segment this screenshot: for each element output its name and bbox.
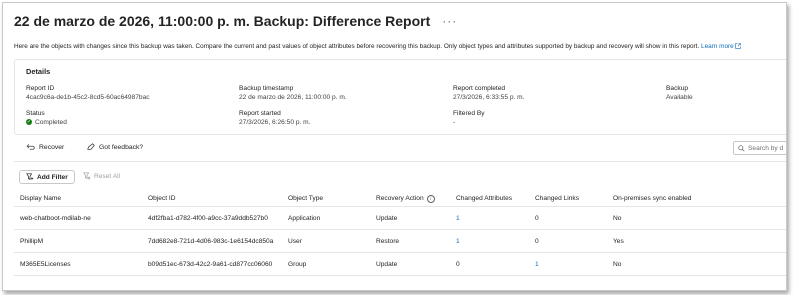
feedback-label: Got feedback? [99,143,144,151]
report-completed-label: Report completed [453,85,506,92]
display-name-cell: web-chatboot-mdilab-ne [20,214,91,222]
filter-reset-icon [83,172,91,180]
table-row[interactable]: PhillipM 7dd682e8-721d-4d06-983c-1e6154d… [14,230,786,253]
object-type-cell: User [288,237,302,245]
recovery-action-cell: Update [376,214,398,222]
object-id-cell: b09d51ec-673d-42c2-9a61-cd877cc06060 [148,260,273,268]
column-header-changed-attributes[interactable]: Changed Attributes [456,191,512,206]
add-filter-label: Add Filter [37,173,68,181]
page-title: 22 de marzo de 2026, 11:00:00 p. m. Back… [14,13,431,29]
changed-attributes-cell: 0 [456,260,460,268]
reset-all-label: Reset All [94,172,121,180]
external-link-icon [735,43,742,50]
recovery-action-cell: Update [376,260,398,268]
status-value-row: ✓ Completed [26,119,67,126]
backup-timestamp-label: Backup timestamp [239,85,294,92]
object-id-cell: 7dd682e8-721d-4d06-983c-1e6154dc850a [148,237,274,245]
reset-all-button[interactable]: Reset All [83,172,120,180]
sync-enabled-cell: No [613,260,622,268]
table-header: Display Name Object ID Object Type Recov… [14,191,786,207]
details-card: Details Report ID 4cac9c6a-de1b-45c2-8cd… [14,59,786,135]
sync-enabled-cell: Yes [613,237,624,245]
report-started-field: Report started 27/3/2026, 6:26:50 p. m. [239,110,311,126]
report-window: 22 de marzo de 2026, 11:00:00 p. m. Back… [2,2,787,291]
difference-table: Display Name Object ID Object Type Recov… [14,191,786,276]
details-title: Details [26,67,51,76]
column-header-recovery-action[interactable]: Recovery Action i [376,191,435,206]
changed-links-link[interactable]: 1 [535,253,539,275]
report-id-label: Report ID [26,85,55,92]
object-id-cell: 4df2fba1-d782-4f00-a9cc-37a9ddb527b0 [148,214,268,222]
object-type-cell: Application [288,214,321,222]
backup-timestamp-value: 22 de marzo de 2026, 11:00:00 p. m. [239,94,347,101]
filtered-by-label: Filtered By [453,110,485,117]
report-id-value: 4cac9c6a-de1b-45c2-8cd5-60ac64987bac [26,94,150,101]
search-placeholder: Search by d [748,144,784,152]
status-label: Status [26,110,45,117]
table-row[interactable]: web-chatboot-mdilab-ne 4df2fba1-d782-4f0… [14,207,786,230]
status-value: Completed [35,119,67,126]
changed-links-cell: 0 [535,214,539,222]
backup-timestamp-field: Backup timestamp 22 de marzo de 2026, 11… [239,85,347,101]
header: 22 de marzo de 2026, 11:00:00 p. m. Back… [14,11,457,31]
column-header-changed-links[interactable]: Changed Links [535,191,579,206]
filtered-by-field: Filtered By - [453,110,485,126]
info-icon[interactable]: i [426,194,435,203]
backup-label: Backup [666,85,688,92]
divider [14,161,786,162]
feedback-button[interactable]: Got feedback? [87,143,143,151]
column-header-sync-enabled[interactable]: On-premises sync enabled [613,191,691,206]
sync-enabled-cell: No [613,214,622,222]
report-completed-field: Report completed 27/3/2026, 6:33:55 p. m… [453,85,525,101]
backup-value: Available [666,94,693,101]
feedback-icon [87,143,95,150]
command-bar: Recover Got feedback? Search by d [14,141,786,157]
description-text: Here are the objects with changes since … [14,43,700,50]
column-header-object-type[interactable]: Object Type [288,191,323,206]
recover-label: Recover [39,143,65,151]
changed-links-cell: 0 [535,237,539,245]
table-row[interactable]: M365E5Licenses b09d51ec-673d-42c2-9a61-c… [14,253,786,276]
add-filter-button[interactable]: Add Filter [19,170,75,184]
recover-button[interactable]: Recover [26,143,64,151]
display-name-cell: PhillipM [20,237,44,245]
backup-availability-field: Backup Available [666,85,693,101]
changed-attributes-link[interactable]: 1 [456,230,460,252]
column-header-object-id[interactable]: Object ID [148,191,175,206]
report-started-label: Report started [239,110,281,117]
report-description: Here are the objects with changes since … [14,43,784,50]
report-completed-value: 27/3/2026, 6:33:55 p. m. [453,94,525,101]
report-id-field: Report ID 4cac9c6a-de1b-45c2-8cd5-60ac64… [26,85,150,101]
object-type-cell: Group [288,260,307,268]
status-field: Status ✓ Completed [26,110,67,126]
search-icon [738,144,745,152]
column-header-display-name[interactable]: Display Name [20,191,61,206]
recovery-action-cell: Restore [376,237,400,245]
changed-attributes-link[interactable]: 1 [456,207,460,229]
display-name-cell: M365E5Licenses [20,260,71,268]
add-filter-icon [26,173,34,180]
more-options-button[interactable]: ··· [442,14,457,28]
recover-icon [26,144,35,150]
recovery-action-label: Recovery Action [376,195,424,202]
filtered-by-value: - [453,119,456,126]
learn-more-link[interactable]: Learn more [701,43,742,50]
search-input[interactable]: Search by d [733,141,786,155]
report-started-value: 27/3/2026, 6:26:50 p. m. [239,119,311,126]
checkmark-circle-icon: ✓ [26,119,32,126]
